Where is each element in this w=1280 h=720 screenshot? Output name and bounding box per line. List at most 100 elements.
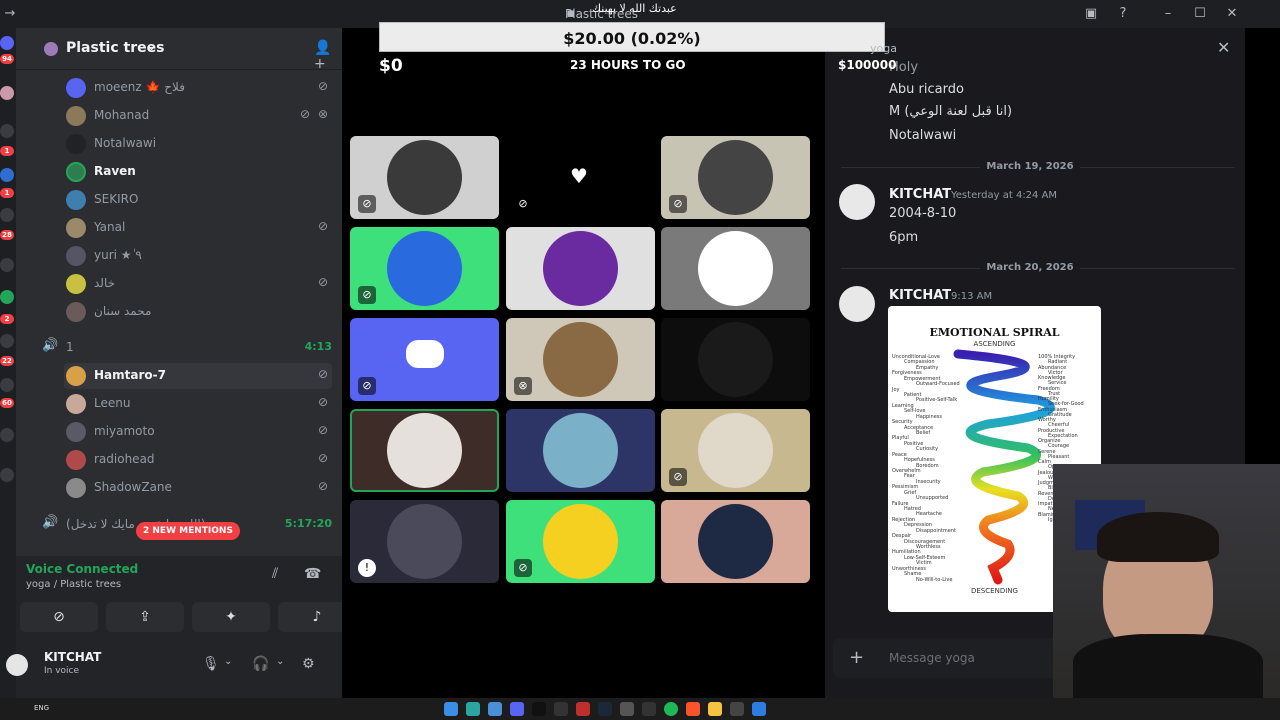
steam-icon[interactable] xyxy=(598,702,612,716)
chevron-down-icon[interactable]: ⌄ xyxy=(224,656,232,667)
app-icon[interactable] xyxy=(576,702,590,716)
gear-icon[interactable]: ⚙ xyxy=(302,656,315,672)
voice-member[interactable]: miyamoto ⊘ xyxy=(64,419,332,445)
help-icon[interactable]: ? xyxy=(1115,6,1131,22)
server-icon[interactable] xyxy=(0,124,14,138)
avatar xyxy=(66,134,86,154)
voice-member[interactable]: SEKIRO xyxy=(64,187,332,213)
voice-channel[interactable]: 🔊 1 4:13 xyxy=(40,336,336,358)
voice-member[interactable]: خالد ⊘ xyxy=(64,271,332,297)
server-icon[interactable] xyxy=(0,36,14,50)
add-attachment-icon[interactable]: + xyxy=(849,647,864,668)
server-icon[interactable] xyxy=(0,258,14,272)
close-window-icon[interactable]: ✕ xyxy=(1224,6,1240,22)
server-icon[interactable] xyxy=(0,334,14,348)
participant-tile[interactable]: ! xyxy=(350,500,499,583)
discord-logo-icon xyxy=(406,340,444,368)
message-input[interactable]: Message yoga xyxy=(889,651,975,665)
voice-member[interactable]: radiohead ⊘ xyxy=(64,447,332,473)
spiral-word: Positive-Self-Talk xyxy=(916,397,958,404)
search-icon[interactable] xyxy=(730,702,744,716)
participant-tile[interactable] xyxy=(506,409,655,492)
voice-member[interactable]: Raven xyxy=(64,159,332,185)
message-author[interactable]: KITCHAT xyxy=(889,187,951,202)
voice-member[interactable]: Hamtaro-7 ⊘ xyxy=(64,363,332,389)
inbox-icon[interactable]: ▣ xyxy=(1083,6,1099,22)
avatar[interactable] xyxy=(6,654,28,676)
voice-member[interactable]: Mohanad ⊘ ⊗ xyxy=(64,103,332,129)
disconnect-icon[interactable]: ☎ xyxy=(304,566,321,582)
edge-icon[interactable] xyxy=(444,702,458,716)
windows-start-icon[interactable] xyxy=(752,702,766,716)
server-icon[interactable] xyxy=(0,378,14,392)
deafened-icon: ⊗ xyxy=(514,377,532,395)
donation-amount: $20.00 (0.02%) xyxy=(563,29,701,48)
app-icon[interactable] xyxy=(642,702,656,716)
participant-tile[interactable]: ⊗ xyxy=(506,318,655,401)
server-icon[interactable] xyxy=(0,468,14,482)
unread-badge: 60 xyxy=(0,398,14,408)
avatar xyxy=(66,78,86,98)
server-icon[interactable] xyxy=(0,208,14,222)
voice-location[interactable]: yoga / Plastic trees xyxy=(26,579,121,590)
participant-tile[interactable] xyxy=(661,227,810,310)
camera-button[interactable]: ⊘ xyxy=(20,602,98,632)
server-icon[interactable] xyxy=(0,168,14,182)
back-arrow-icon[interactable]: → xyxy=(2,6,18,22)
activities-button[interactable]: ✦ xyxy=(192,602,270,632)
voice-server-icon[interactable] xyxy=(0,290,14,304)
avatar[interactable] xyxy=(839,184,875,220)
voice-member[interactable]: ShadowZane ⊘ xyxy=(64,475,332,501)
voice-member[interactable]: محمد سنان xyxy=(64,299,332,325)
invite-people-icon[interactable]: 👤+ xyxy=(314,40,342,72)
participant-tile[interactable] xyxy=(350,409,499,492)
microphone-icon[interactable]: 🎙 xyxy=(202,656,220,672)
app-icon[interactable] xyxy=(554,702,568,716)
discord-icon[interactable] xyxy=(510,702,524,716)
input-language[interactable]: ENG xyxy=(34,704,49,712)
close-chat-icon[interactable]: ✕ xyxy=(1217,38,1230,57)
server-icon[interactable] xyxy=(0,86,14,100)
spiral-word: Pleasant xyxy=(1048,453,1070,460)
voice-member[interactable]: Yanal ⊘ xyxy=(64,215,332,241)
mic-muted-icon: ⊘ xyxy=(518,197,528,210)
share-screen-button[interactable]: ⇪ xyxy=(106,602,184,632)
avatar xyxy=(543,504,618,579)
guild-header[interactable]: Plastic trees ⌄ 👤+ xyxy=(16,28,342,72)
voice-member[interactable]: yuri ★ٰ ٩ xyxy=(64,243,332,269)
tiktok-icon[interactable] xyxy=(532,702,546,716)
maximize-icon[interactable]: ☐ xyxy=(1192,6,1208,22)
participant-tile[interactable]: ⊘ xyxy=(350,227,499,310)
avatar[interactable] xyxy=(839,286,875,322)
participant-tile[interactable]: ⊘ xyxy=(661,409,810,492)
message-author[interactable]: KITCHAT xyxy=(889,288,951,303)
participant-tile[interactable]: ⊘ xyxy=(350,318,499,401)
app-icon[interactable] xyxy=(466,702,480,716)
participant-tile[interactable]: ⊘ xyxy=(661,136,810,219)
app-icon[interactable] xyxy=(488,702,502,716)
headphones-icon[interactable]: 🎧 xyxy=(252,656,269,672)
file-explorer-icon[interactable] xyxy=(708,702,722,716)
participant-tile[interactable] xyxy=(661,318,810,401)
voice-member[interactable]: moeenz 🍁 فلاح ⊘ xyxy=(64,75,332,101)
spotify-icon[interactable] xyxy=(664,702,678,716)
participant-tile[interactable]: ⊘ xyxy=(350,136,499,219)
chevron-down-icon[interactable]: ⌄ xyxy=(276,656,284,667)
participant-tile[interactable]: ⊘ xyxy=(506,500,655,583)
avatar xyxy=(66,218,86,238)
new-mentions-pill[interactable]: 2 NEW MENTIONS xyxy=(136,522,240,540)
mic-muted-icon: ⊘ xyxy=(669,195,687,213)
noise-suppression-icon[interactable]: ⫽ xyxy=(272,566,278,582)
participant-tile[interactable] xyxy=(661,500,810,583)
voice-member[interactable]: Leenu ⊘ xyxy=(64,391,332,417)
avatar xyxy=(543,322,618,397)
server-icon[interactable] xyxy=(0,428,14,442)
app-icon[interactable] xyxy=(620,702,634,716)
participant-tile[interactable] xyxy=(506,227,655,310)
voice-member[interactable]: Notalwawi xyxy=(64,131,332,157)
mic-muted-icon: ⊘ xyxy=(317,423,328,437)
member-name: خالد xyxy=(94,276,116,290)
brave-icon[interactable] xyxy=(686,702,700,716)
participant-tile[interactable]: ♥ ⊘ xyxy=(506,136,655,219)
minimize-icon[interactable]: – xyxy=(1160,6,1176,22)
